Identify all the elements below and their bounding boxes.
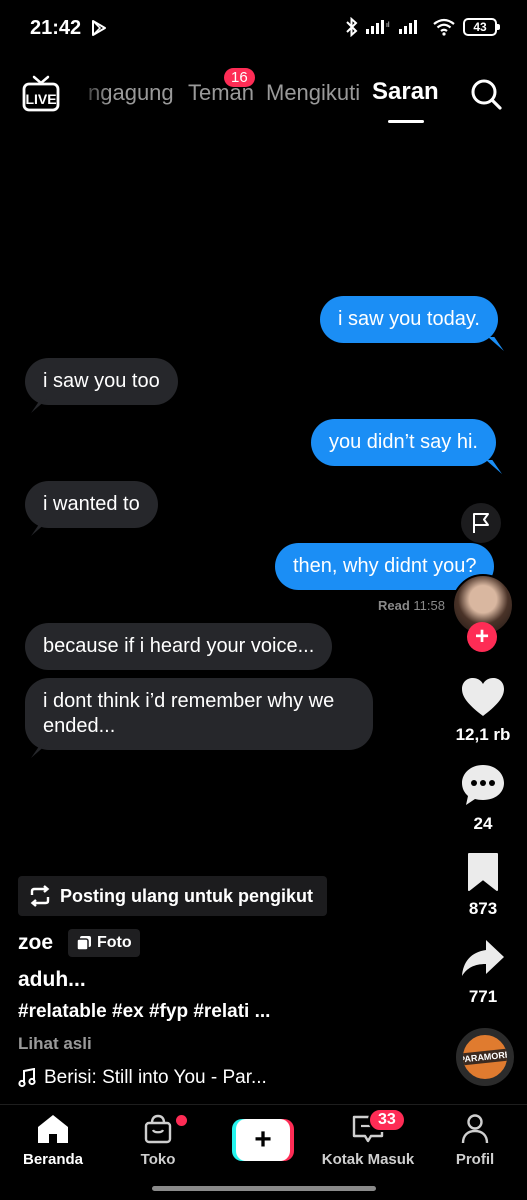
comment-button[interactable]: 24 [446, 763, 520, 834]
report-button[interactable] [461, 503, 501, 543]
bubble-tail [31, 522, 47, 536]
message-bubble-out: you didn’t say hi. [311, 419, 502, 474]
message-text: i dont think i’d remember why we ended..… [43, 690, 335, 737]
music-note-icon [18, 1068, 36, 1088]
shop-notification-dot [176, 1115, 187, 1126]
photo-icon [76, 936, 91, 951]
message-bubble-out: i saw you today. [320, 296, 504, 351]
tab-mengikuti[interactable]: Mengikuti [266, 80, 360, 106]
bubble-tail [31, 399, 47, 413]
caption-hashtags[interactable]: #relatable #ex #fyp #relati ... [18, 1001, 270, 1023]
share-icon [462, 940, 504, 976]
heart-icon [462, 678, 504, 716]
caption-title: aduh... [18, 968, 86, 991]
nav-home-label: Beranda [22, 1151, 84, 1168]
teman-badge: 16 [224, 68, 255, 87]
home-indicator-bar[interactable] [152, 1186, 376, 1191]
top-nav: LIVE ngagung Teman 16 Mengikuti Saran [0, 64, 527, 124]
status-bar: 21:42 ıl 43 [0, 0, 527, 56]
nav-profile-label: Profil [455, 1151, 495, 1168]
status-time: 21:42 [30, 17, 82, 39]
nav-home[interactable]: Beranda [3, 1113, 103, 1168]
read-label: Read [378, 598, 410, 613]
signal-icon: ıl [366, 20, 390, 34]
message-text: you didn’t say hi. [329, 431, 478, 453]
battery-indicator: 43 [463, 18, 500, 36]
message-text: i saw you too [43, 370, 160, 392]
nav-shop-label: Toko [140, 1151, 176, 1168]
message-bubble-in: because if i heard your voice... [25, 623, 333, 670]
message-text: then, why didnt you? [293, 555, 477, 577]
share-button[interactable]: 771 [446, 938, 520, 1007]
inbox-badge: 33 [368, 1108, 406, 1132]
search-icon[interactable] [468, 76, 504, 112]
music-info[interactable]: Berisi: Still into You - Par... [18, 1067, 267, 1089]
play-store-icon [92, 20, 106, 36]
bluetooth-icon [346, 17, 358, 37]
bookmark-count: 873 [468, 899, 498, 918]
share-count: 771 [468, 987, 498, 1006]
active-tab-indicator [388, 120, 424, 123]
profile-icon [461, 1114, 489, 1144]
plus-icon: + [236, 1119, 290, 1161]
content-type-label: Foto [97, 934, 132, 951]
message-bubble-in: i saw you too [25, 358, 178, 413]
message-bubble-in: i wanted to [25, 481, 158, 536]
repost-banner[interactable]: Posting ulang untuk pengikut [18, 876, 327, 916]
live-label: LIVE [25, 91, 56, 107]
music-disc-label: PARAMORE [463, 1048, 507, 1066]
repost-label: Posting ulang untuk pengikut [60, 885, 313, 906]
like-button[interactable]: 12,1 rb [446, 676, 520, 745]
music-title: Berisi: Still into You - Par... [44, 1067, 267, 1088]
nav-profile[interactable]: Profil [425, 1113, 525, 1168]
flag-icon [473, 513, 489, 533]
follow-button[interactable]: + [467, 622, 497, 652]
home-icon [38, 1115, 68, 1143]
live-icon[interactable]: LIVE [22, 74, 60, 114]
wifi-icon [433, 18, 455, 36]
like-count: 12,1 rb [455, 725, 511, 744]
content-type-chip: Foto [68, 929, 140, 957]
create-button[interactable]: + [232, 1119, 294, 1161]
message-text: because if i heard your voice... [43, 635, 315, 657]
signal-icon-2 [399, 20, 417, 34]
comment-icon [462, 765, 504, 805]
repost-icon [30, 885, 50, 907]
tab-saran[interactable]: Saran [372, 78, 439, 106]
shop-bag-icon [144, 1114, 172, 1144]
read-receipt: Read 11:58 [378, 598, 445, 613]
author-name[interactable]: zoe [18, 931, 53, 955]
bubble-tail [487, 337, 504, 351]
bubble-tail [485, 460, 502, 474]
message-bubble-in: i dont think i’d remember why we ended..… [25, 678, 373, 758]
message-text: i saw you today. [338, 308, 480, 330]
see-original-link[interactable]: Lihat asli [18, 1034, 92, 1054]
svg-text:ıl: ıl [386, 22, 390, 29]
bookmark-icon [468, 853, 498, 891]
status-icons: ıl 43 [345, 17, 500, 37]
nav-shop[interactable]: Toko [108, 1113, 208, 1168]
nav-inbox-label: Kotak Masuk [321, 1151, 415, 1168]
message-text: i wanted to [43, 493, 140, 515]
comment-count: 24 [473, 814, 493, 833]
read-time: 11:58 [413, 598, 445, 613]
tab-fade [70, 64, 110, 124]
bubble-tail [31, 744, 47, 758]
bookmark-button[interactable]: 873 [446, 852, 520, 919]
music-disc[interactable]: PARAMORE [456, 1028, 514, 1086]
